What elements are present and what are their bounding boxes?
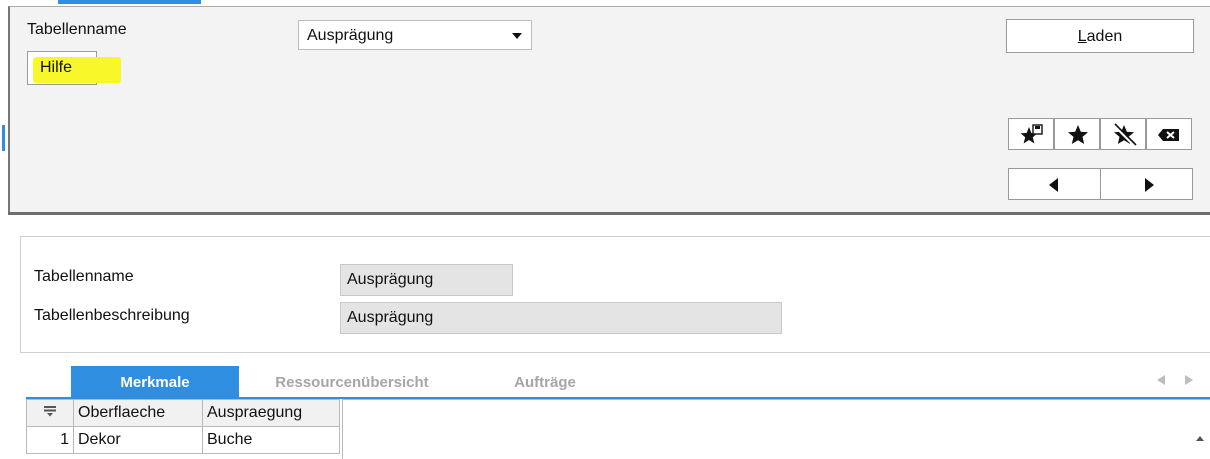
backspace-icon bbox=[1158, 129, 1179, 141]
detail-panel bbox=[20, 236, 1210, 353]
column-header-auspraegung[interactable]: Auspraegung bbox=[202, 399, 340, 427]
bookmark-save-icon bbox=[1020, 124, 1043, 144]
save-bookmark-button[interactable] bbox=[1008, 118, 1054, 150]
star-remove-icon bbox=[1112, 123, 1137, 148]
remove-favorite-button[interactable] bbox=[1100, 118, 1146, 150]
panel-separator[interactable] bbox=[8, 212, 1210, 215]
tab-auftraege[interactable]: Aufträge bbox=[500, 374, 590, 391]
add-favorite-button[interactable] bbox=[1054, 118, 1100, 150]
tab-scroll-right-icon[interactable] bbox=[1182, 373, 1196, 387]
row-options-cell[interactable] bbox=[26, 399, 74, 427]
active-window-indicator bbox=[58, 0, 201, 4]
grid-empty-area bbox=[342, 399, 1210, 459]
column-header-oberflaeche[interactable]: Oberflaeche bbox=[73, 399, 203, 427]
next-button[interactable] bbox=[1100, 168, 1193, 200]
scroll-up-icon[interactable] bbox=[1196, 436, 1204, 441]
left-edge-marker bbox=[2, 125, 5, 151]
tab-ressourcenuebersicht[interactable]: Ressourcenübersicht bbox=[256, 374, 448, 391]
cell-auspraegung[interactable]: Buche bbox=[202, 426, 340, 454]
column-chooser-icon[interactable] bbox=[43, 405, 57, 417]
hilfe-button[interactable]: Hilfe bbox=[27, 51, 121, 85]
tabellenname-field[interactable]: Ausprägung bbox=[340, 264, 513, 296]
tab-merkmale[interactable]: Merkmale bbox=[71, 366, 239, 398]
table-select-value: Ausprägung bbox=[307, 27, 394, 44]
cell-oberflaeche[interactable]: Dekor bbox=[73, 426, 203, 454]
laden-label: aden bbox=[1086, 28, 1123, 45]
merkmale-table: Oberflaeche Auspraegung 1 Dekor Buche bbox=[26, 399, 340, 454]
table-header-row: Oberflaeche Auspraegung bbox=[26, 399, 340, 427]
clear-button[interactable] bbox=[1146, 118, 1192, 150]
triangle-right-icon bbox=[1145, 178, 1154, 192]
detail-tabellenname-label: Tabellenname bbox=[34, 268, 134, 285]
tabellenname-label: Tabellenname bbox=[27, 21, 127, 38]
tab-scroll-left-icon[interactable] bbox=[1154, 373, 1168, 387]
triangle-left-icon bbox=[1049, 178, 1058, 192]
laden-mnemonic: L bbox=[1077, 28, 1087, 45]
table-row[interactable]: 1 Dekor Buche bbox=[26, 426, 340, 454]
row-number: 1 bbox=[26, 426, 74, 454]
previous-button[interactable] bbox=[1008, 168, 1101, 200]
tabellenbeschreibung-field[interactable]: Ausprägung bbox=[340, 302, 782, 334]
star-icon bbox=[1068, 125, 1088, 144]
dropdown-arrow-icon[interactable] bbox=[512, 33, 522, 39]
laden-button[interactable]: Laden bbox=[1006, 19, 1194, 53]
tabellenbeschreibung-label: Tabellenbeschreibung bbox=[34, 307, 190, 324]
hilfe-button-label: Hilfe bbox=[40, 59, 73, 76]
table-select[interactable]: Ausprägung bbox=[298, 20, 532, 50]
